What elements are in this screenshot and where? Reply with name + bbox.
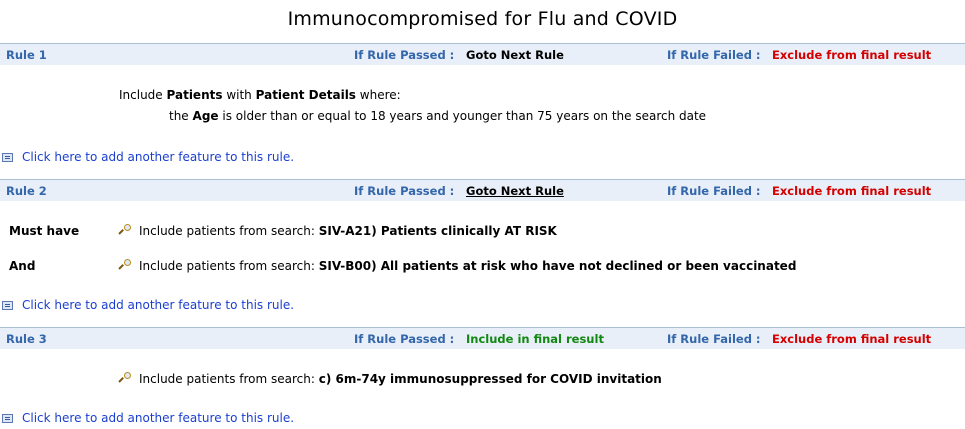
rule-1-add-feature-link[interactable]: Click here to add another feature to thi… (0, 150, 294, 164)
rule-1-if-failed-label: If Rule Failed : (667, 48, 761, 62)
rule-1-passed-action[interactable]: Goto Next Rule (466, 48, 564, 62)
rule-2-if-passed-label: If Rule Passed : (354, 184, 455, 198)
rule-3-title: Rule 3 (6, 332, 47, 346)
list-icon (2, 414, 13, 423)
rule-2-condition-1-label: Must have (9, 224, 80, 238)
include-from-search-text: Include patients from search: (139, 224, 315, 238)
search-icon[interactable] (118, 259, 131, 272)
rule-1-feature-line-1[interactable]: Include Patients with Patient Details wh… (119, 88, 401, 102)
patient-details-text: Patient Details (255, 88, 356, 102)
rule-3-if-failed-label: If Rule Failed : (667, 332, 761, 346)
where-text: where: (359, 88, 401, 102)
rule-3-if-passed-label: If Rule Passed : (354, 332, 455, 346)
rule-2-condition-2[interactable]: Include patients from search: SIV-B00) A… (118, 259, 796, 273)
include-from-search-text: Include patients from search: (139, 372, 315, 386)
rule-1-failed-action[interactable]: Exclude from final result (772, 48, 931, 62)
list-icon (2, 153, 13, 162)
rule-1-title: Rule 1 (6, 48, 47, 62)
rule-3-failed-action[interactable]: Exclude from final result (772, 332, 931, 346)
rule-2-header: Rule 2 If Rule Passed : Goto Next Rule I… (0, 179, 965, 201)
rule-2-title: Rule 2 (6, 184, 47, 198)
rule-2-passed-action[interactable]: Goto Next Rule (466, 184, 564, 198)
rule-1-feature-line-2[interactable]: the Age is older than or equal to 18 yea… (169, 109, 706, 123)
age-text: Age (192, 109, 219, 123)
rule-3-passed-action[interactable]: Include in final result (466, 332, 604, 346)
rule-1-header: Rule 1 If Rule Passed : Goto Next Rule I… (0, 43, 965, 65)
search-name: SIV-A21) Patients clinically AT RISK (318, 224, 557, 238)
rule-2-failed-action[interactable]: Exclude from final result (772, 184, 931, 198)
patients-text: Patients (166, 88, 223, 102)
rule-2-if-failed-label: If Rule Failed : (667, 184, 761, 198)
the-text: the (169, 109, 189, 123)
rule-2-condition-2-label: And (9, 259, 36, 273)
add-feature-text: Click here to add another feature to thi… (22, 411, 295, 425)
rule-1-if-passed-label: If Rule Passed : (354, 48, 455, 62)
include-from-search-text: Include patients from search: (139, 259, 315, 273)
list-icon (2, 301, 13, 310)
rule-3-condition-1[interactable]: Include patients from search: c) 6m-74y … (118, 372, 662, 386)
add-feature-text: Click here to add another feature to thi… (22, 298, 295, 312)
search-name: SIV-B00) All patients at risk who have n… (318, 259, 797, 273)
search-icon[interactable] (118, 224, 131, 237)
rule-2-add-feature-link[interactable]: Click here to add another feature to thi… (0, 298, 294, 312)
search-icon[interactable] (118, 372, 131, 385)
rule-3-header: Rule 3 If Rule Passed : Include in final… (0, 327, 965, 349)
rule-2-condition-1[interactable]: Include patients from search: SIV-A21) P… (118, 224, 557, 238)
include-text: Include (119, 88, 163, 102)
add-feature-text: Click here to add another feature to thi… (22, 150, 295, 164)
page-title: Immunocompromised for Flu and COVID (287, 8, 678, 30)
rule-3-add-feature-link[interactable]: Click here to add another feature to thi… (0, 411, 294, 425)
age-criteria-text: is older than or equal to 18 years and y… (222, 109, 707, 123)
with-text: with (226, 88, 252, 102)
search-name: c) 6m-74y immunosuppressed for COVID inv… (318, 372, 662, 386)
